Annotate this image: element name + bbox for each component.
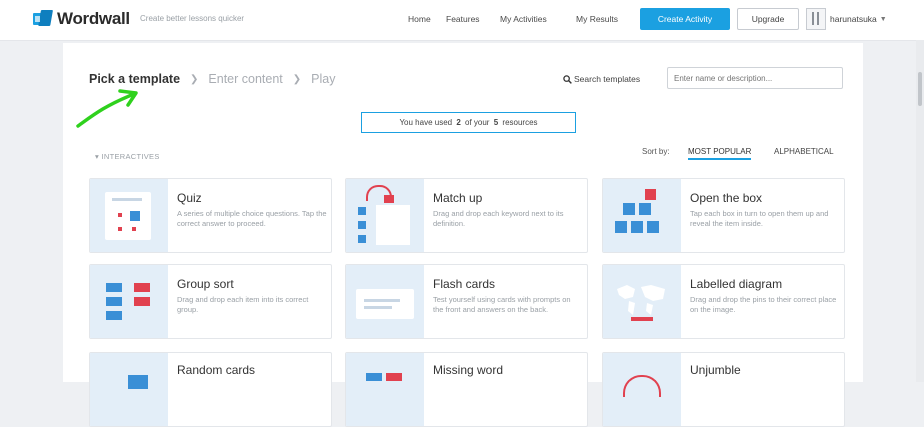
logo-text: Wordwall (57, 9, 130, 28)
nav-my-activities[interactable]: My Activities (500, 14, 547, 24)
search-icon (563, 74, 572, 84)
template-card-random-cards[interactable]: Random cards (89, 352, 332, 427)
wordwall-logo[interactable]: Wordwall (33, 9, 130, 29)
template-title: Quiz (177, 191, 202, 205)
template-title: Missing word (433, 363, 504, 377)
chevron-right-icon: ❯ (190, 73, 199, 85)
usage-used: 2 (456, 118, 461, 127)
template-card-group-sort[interactable]: Group sort Drag and drop each item into … (89, 264, 332, 339)
sort-label: Sort by: (642, 147, 670, 156)
group-sort-thumbnail (90, 265, 168, 338)
random-cards-thumbnail (90, 353, 168, 426)
username: harunatsuka (830, 14, 877, 24)
sort-alphabetical[interactable]: ALPHABETICAL (774, 147, 834, 156)
nav-home[interactable]: Home (408, 14, 431, 24)
world-map-icon (617, 285, 665, 321)
upgrade-button[interactable]: Upgrade (737, 8, 799, 30)
scrollbar-thumb[interactable] (918, 72, 922, 106)
usage-notice: You have used 2 of your 5 resources (361, 112, 576, 133)
template-description: Drag and drop the pins to their correct … (690, 295, 837, 314)
template-card-match-up[interactable]: Match up Drag and drop each keyword next… (345, 178, 588, 253)
template-title: Flash cards (433, 277, 496, 291)
template-description: Tap each box in turn to open them up and… (690, 209, 829, 228)
missing-word-thumbnail (346, 353, 424, 426)
top-bar: Wordwall Create better lessons quicker H… (0, 0, 924, 41)
search-templates-label: Search templates (563, 74, 640, 84)
template-title: Labelled diagram (690, 277, 783, 291)
nav-my-results[interactable]: My Results (576, 14, 618, 24)
usage-total: 5 (493, 118, 499, 127)
sort-most-popular[interactable]: MOST POPULAR (688, 147, 752, 160)
caret-icon: ▾ (95, 152, 100, 161)
tagline: Create better lessons quicker (140, 14, 245, 23)
avatar (806, 8, 826, 30)
user-menu[interactable]: harunatsuka ▼ (806, 8, 887, 30)
section-label-text: INTERACTIVES (101, 152, 160, 161)
template-card-missing-word[interactable]: Missing word (345, 352, 588, 427)
template-card-quiz[interactable]: Quiz A series of multiple choice questio… (89, 178, 332, 253)
chevron-right-icon: ❯ (292, 73, 302, 85)
labelled-diagram-thumbnail (603, 265, 681, 338)
template-title: Group sort (177, 277, 234, 291)
usage-text-after: resources (502, 118, 538, 127)
step-enter-content: Enter content (208, 72, 283, 86)
flash-cards-thumbnail (346, 265, 424, 338)
template-description: A series of multiple choice questions. T… (177, 209, 327, 228)
template-description: Drag and drop each keyword next to its d… (433, 209, 564, 228)
nav-features[interactable]: Features (446, 14, 480, 24)
chevron-down-icon: ▼ (879, 15, 887, 23)
usage-text-before: You have used (399, 118, 453, 127)
search-templates-input[interactable] (667, 67, 843, 89)
template-title: Unjumble (690, 363, 741, 377)
open-the-box-thumbnail (603, 179, 681, 252)
green-arrow-annotation (76, 89, 138, 128)
usage-text-middle: of your (465, 118, 490, 127)
step-play: Play (311, 72, 336, 86)
template-description: Test yourself using cards with prompts o… (433, 295, 571, 314)
template-title: Open the box (690, 191, 763, 205)
quiz-thumbnail (90, 179, 168, 252)
match-up-thumbnail (346, 179, 424, 252)
unjumble-thumbnail (603, 353, 681, 426)
search-label-text: Search templates (574, 74, 641, 84)
section-interactives[interactable]: ▾ INTERACTIVES (95, 152, 160, 161)
logo-mark-icon (33, 10, 53, 28)
create-activity-button[interactable]: Create Activity (640, 8, 730, 30)
template-card-unjumble[interactable]: Unjumble (602, 352, 845, 427)
template-card-labelled-diagram[interactable]: Labelled diagram Drag and drop the pins … (602, 264, 845, 339)
template-description: Drag and drop each item into its correct… (177, 295, 309, 314)
template-title: Random cards (177, 363, 256, 377)
template-title: Match up (433, 191, 483, 205)
template-card-open-the-box[interactable]: Open the box Tap each box in turn to ope… (602, 178, 845, 253)
template-card-flash-cards[interactable]: Flash cards Test yourself using cards wi… (345, 264, 588, 339)
